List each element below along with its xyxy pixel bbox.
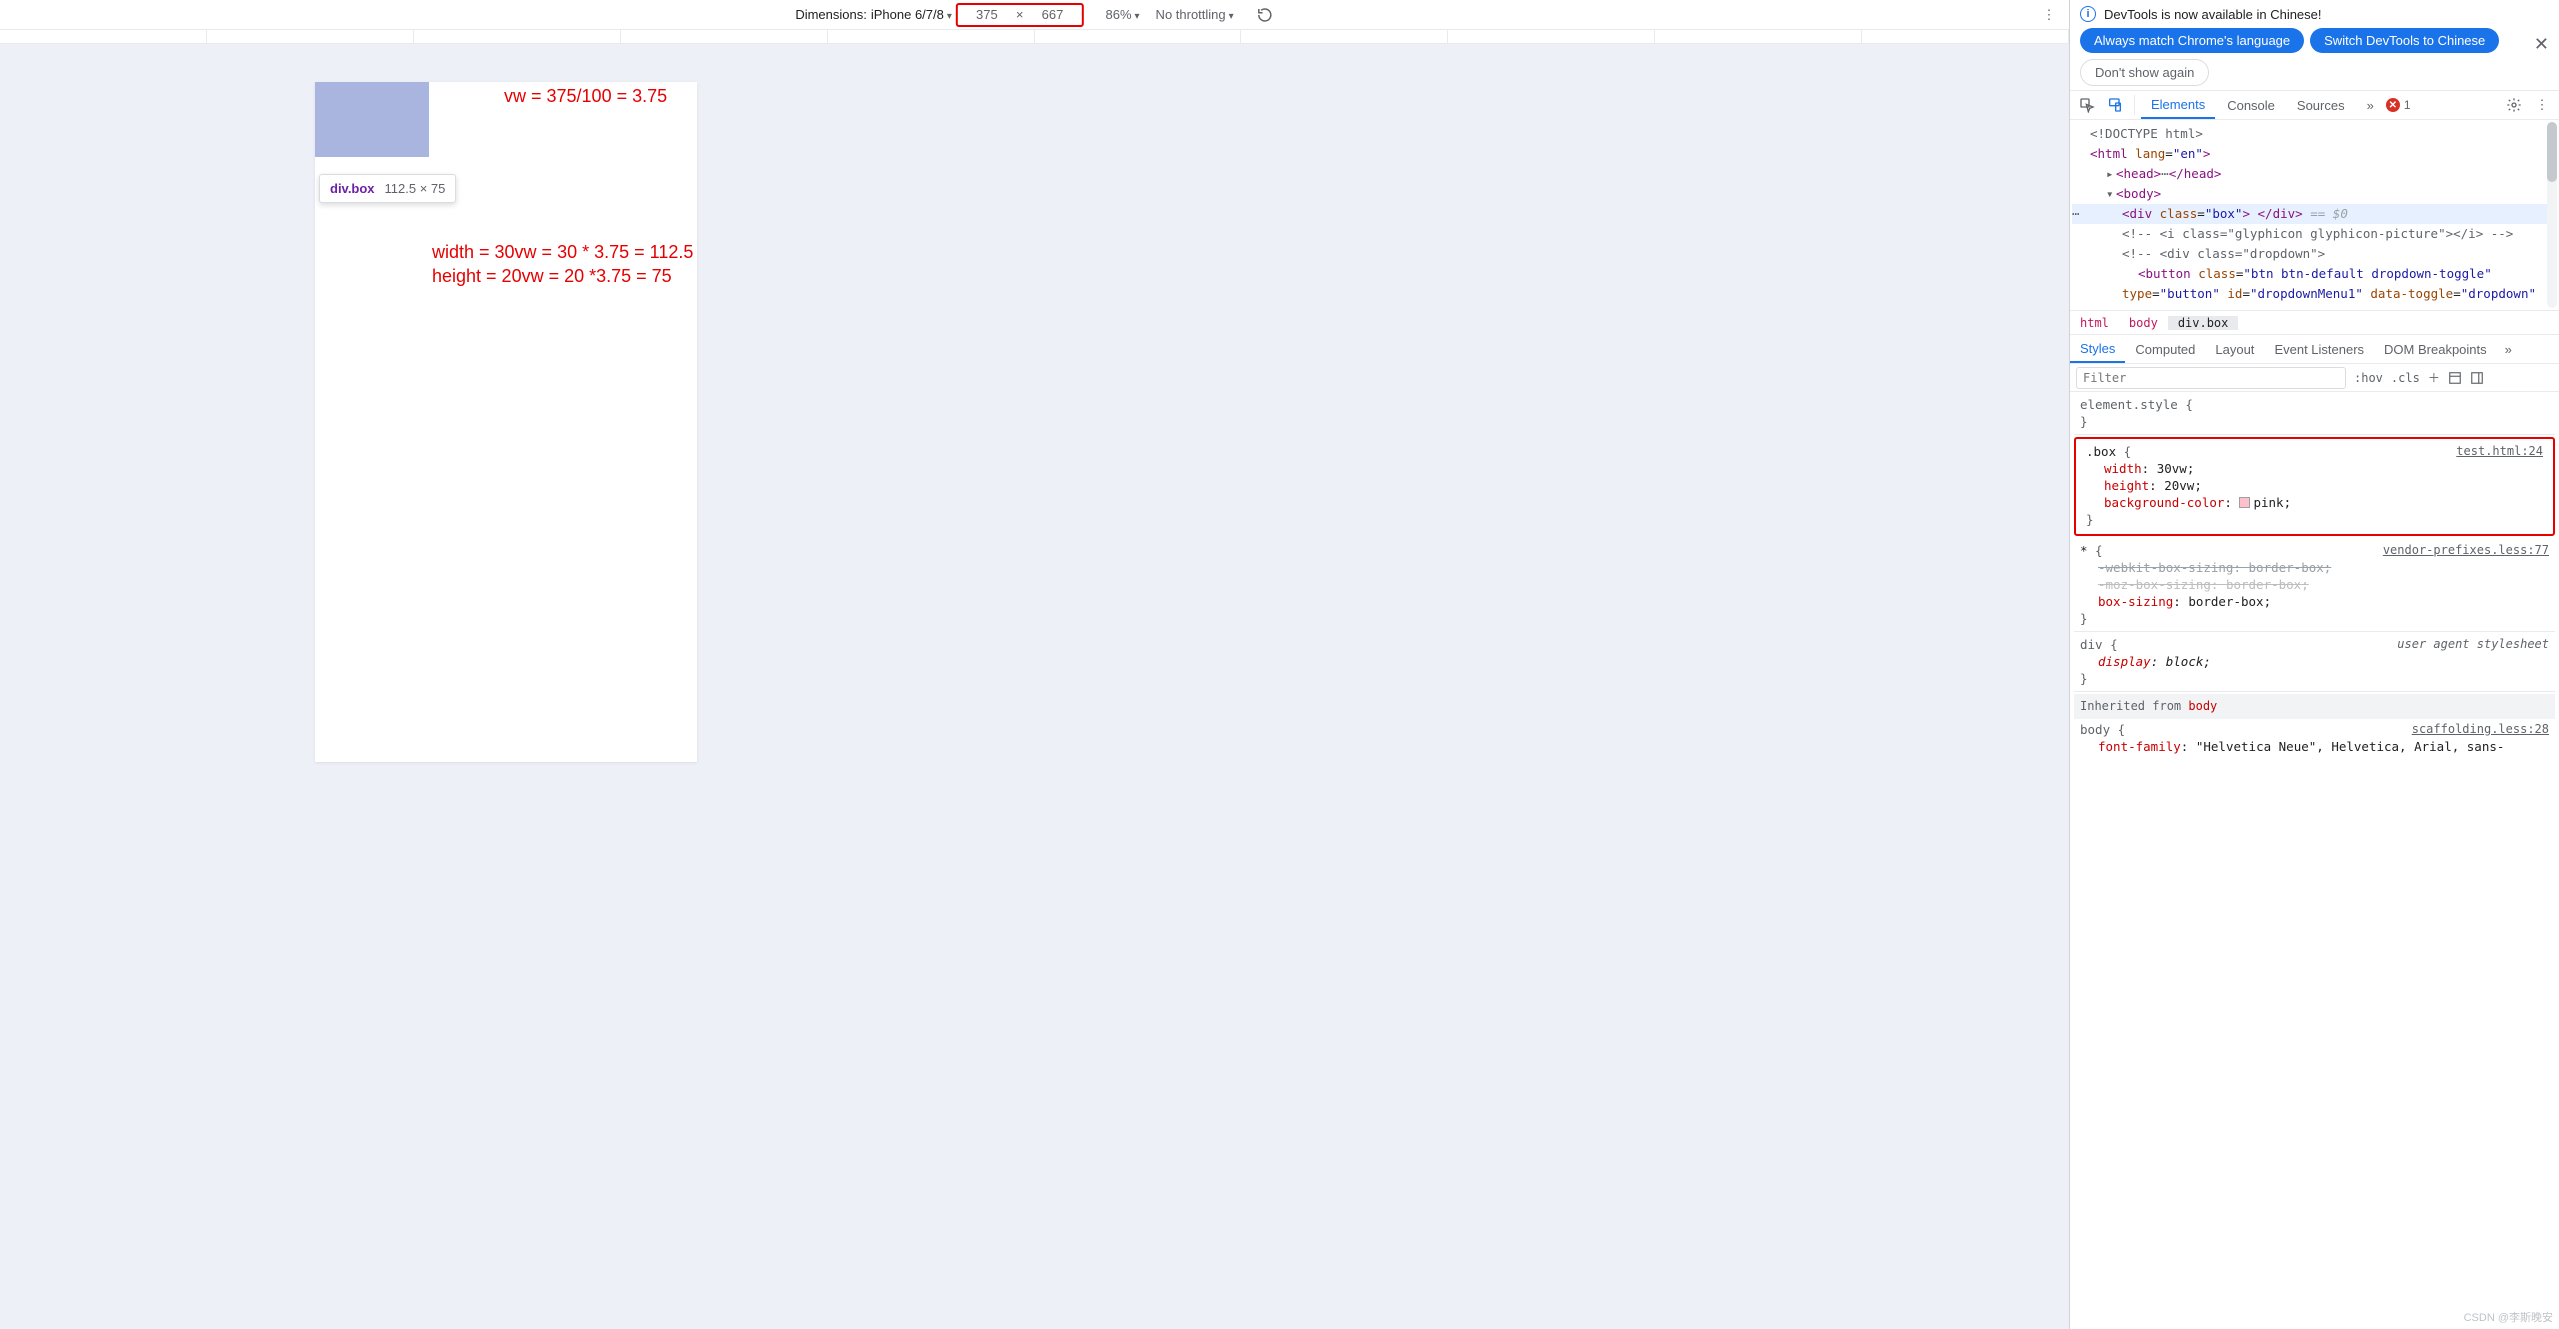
computed-sidebar-icon[interactable]	[2448, 371, 2462, 385]
rotate-icon[interactable]	[1256, 6, 1274, 24]
emulation-toolbar: Dimensions: iPhone 6/7/8 × 86% No thrott…	[0, 0, 2069, 30]
inherited-header: Inherited from body	[2074, 694, 2555, 719]
hov-toggle[interactable]: :hov	[2354, 371, 2383, 385]
close-icon[interactable]: ✕	[2534, 34, 2549, 55]
match-language-button[interactable]: Always match Chrome's language	[2080, 28, 2304, 53]
more-options-icon[interactable]: ⋮	[2035, 1, 2063, 29]
rule-box[interactable]: test.html:24 .box { width: 30vw; height:…	[2080, 441, 2549, 530]
infobar-message: DevTools is now available in Chinese!	[2104, 7, 2322, 22]
settings-icon[interactable]	[2501, 91, 2527, 119]
styles-pane[interactable]: element.style { } test.html:24 .box { wi…	[2070, 392, 2559, 1329]
crumb-html[interactable]: html	[2070, 316, 2119, 330]
error-dot-icon: ✕	[2386, 98, 2400, 112]
emulation-stage: div.box 112.5 × 75 vw = 375/100 = 3.75 w…	[0, 44, 2069, 1329]
watermark: CSDN @李斯晚安	[2464, 1309, 2553, 1325]
dom-comment-2: <!-- <div class="dropdown">	[2122, 246, 2325, 261]
devtools-panel: i DevTools is now available in Chinese! …	[2069, 0, 2559, 1329]
crumb-divbox[interactable]: div.box	[2168, 316, 2239, 330]
elements-scrollbar[interactable]	[2547, 122, 2557, 308]
elements-tree[interactable]: <!DOCTYPE html> <html lang="en"> ▸<head>…	[2070, 120, 2559, 310]
styles-filter-row: :hov .cls ＋	[2070, 364, 2559, 392]
styles-filter-input[interactable]	[2076, 367, 2346, 389]
rule-star-source[interactable]: vendor-prefixes.less:77	[2383, 542, 2549, 559]
element-tooltip: div.box 112.5 × 75	[319, 174, 456, 203]
dom-selected-node[interactable]: <div class="box"> </div> == $0	[2072, 204, 2557, 224]
tooltip-dimensions: 112.5 × 75	[385, 181, 446, 196]
styles-tabstrip: Styles Computed Layout Event Listeners D…	[2070, 334, 2559, 364]
switch-language-button[interactable]: Switch DevTools to Chinese	[2310, 28, 2499, 53]
tabs-overflow-icon[interactable]: »	[2357, 91, 2384, 119]
rule-element-style[interactable]: element.style { }	[2074, 394, 2555, 435]
crumb-body[interactable]: body	[2119, 316, 2168, 330]
infobar: i DevTools is now available in Chinese! …	[2070, 0, 2559, 90]
device-toggle-icon[interactable]	[2102, 91, 2128, 119]
rule-div-source: user agent stylesheet	[2397, 636, 2549, 653]
device-emulation-panel: Dimensions: iPhone 6/7/8 × 86% No thrott…	[0, 0, 2069, 1329]
tab-styles[interactable]: Styles	[2070, 335, 2125, 363]
annotation-width: width = 30vw = 30 * 3.75 = 112.5	[432, 242, 693, 263]
width-input[interactable]	[960, 5, 1014, 25]
inspect-icon[interactable]	[2074, 91, 2100, 119]
dom-doctype: <!DOCTYPE html>	[2090, 126, 2203, 141]
height-input[interactable]	[1025, 5, 1079, 25]
info-icon: i	[2080, 6, 2096, 22]
rule-body-source[interactable]: scaffolding.less:28	[2412, 721, 2549, 738]
tab-sources[interactable]: Sources	[2287, 91, 2355, 119]
tab-layout[interactable]: Layout	[2205, 335, 2264, 363]
new-rule-icon[interactable]: ＋	[2428, 369, 2440, 386]
zoom-select[interactable]: 86%	[1105, 7, 1139, 22]
tab-computed[interactable]: Computed	[2125, 335, 2205, 363]
rule-box-highlight: test.html:24 .box { width: 30vw; height:…	[2074, 437, 2555, 536]
color-swatch[interactable]	[2239, 497, 2250, 508]
error-number: 1	[2404, 98, 2411, 112]
dimensions-highlight: ×	[956, 3, 1084, 27]
dom-comment-1: <!-- <i class="glyphicon glyphicon-pictu…	[2122, 226, 2513, 241]
tab-event-listeners[interactable]: Event Listeners	[2264, 335, 2374, 363]
tab-dom-breakpoints[interactable]: DOM Breakpoints	[2374, 335, 2497, 363]
tab-console[interactable]: Console	[2217, 91, 2285, 119]
rule-star[interactable]: vendor-prefixes.less:77 * { -webkit-box-…	[2074, 540, 2555, 632]
annotation-vw: vw = 375/100 = 3.75	[504, 86, 667, 107]
rule-div-ua[interactable]: user agent stylesheet div { display: blo…	[2074, 634, 2555, 692]
cls-toggle[interactable]: .cls	[2391, 371, 2420, 385]
ruler	[0, 30, 2069, 44]
dismiss-button[interactable]: Don't show again	[2080, 59, 2209, 86]
styles-tabs-overflow-icon[interactable]: »	[2497, 335, 2520, 363]
tooltip-selector: div.box	[330, 181, 375, 196]
rule-box-source[interactable]: test.html:24	[2456, 443, 2543, 460]
kebab-icon[interactable]: ⋮	[2529, 91, 2555, 119]
device-select[interactable]: iPhone 6/7/8	[871, 7, 952, 22]
times-glyph: ×	[1016, 7, 1024, 22]
rendering-icon[interactable]	[2470, 371, 2484, 385]
device-viewport[interactable]: div.box 112.5 × 75	[315, 82, 697, 762]
throttling-select[interactable]: No throttling	[1156, 7, 1234, 22]
simulated-box-element[interactable]	[315, 82, 429, 157]
error-count[interactable]: ✕ 1	[2386, 91, 2411, 119]
rule-body[interactable]: scaffolding.less:28 body { font-family: …	[2074, 719, 2555, 757]
breadcrumb: html body div.box	[2070, 310, 2559, 334]
tab-elements[interactable]: Elements	[2141, 91, 2215, 119]
devtools-tabstrip: Elements Console Sources » ✕ 1 ⋮	[2070, 90, 2559, 120]
dimensions-label: Dimensions:	[795, 7, 867, 22]
annotation-height: height = 20vw = 20 *3.75 = 75	[432, 266, 672, 287]
